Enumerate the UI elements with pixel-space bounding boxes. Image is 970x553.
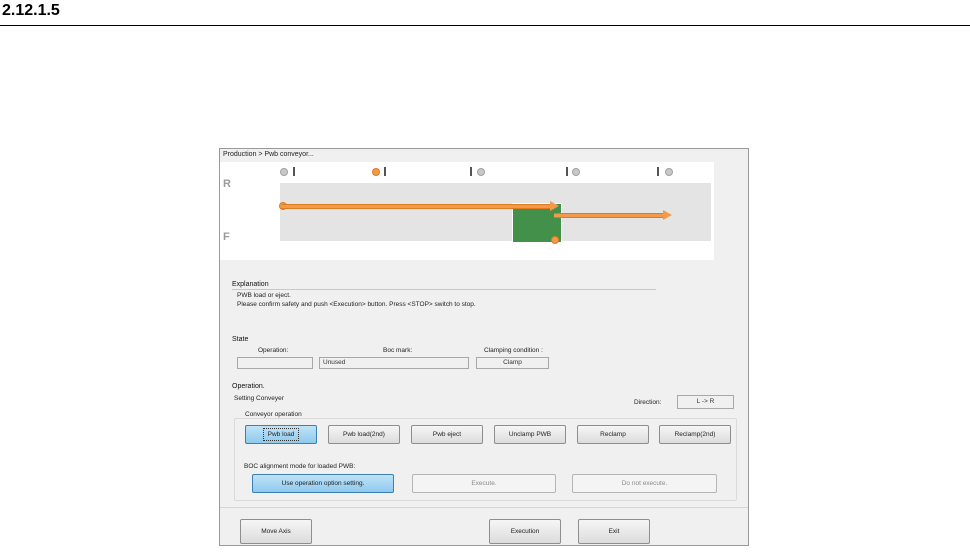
eject-arrow — [554, 213, 663, 218]
exit-button[interactable]: Exit — [578, 519, 650, 544]
eject-arrowhead-icon — [663, 210, 672, 220]
boc-mark-label: Boc mark: — [383, 347, 413, 354]
execution-button[interactable]: Execution — [489, 519, 561, 544]
clamping-condition-label: Clamping condition : — [484, 347, 543, 354]
sensor-marker — [566, 167, 568, 176]
direction-field: L -> R — [677, 395, 734, 409]
use-operation-option-button[interactable]: Use operation option setting. — [252, 474, 394, 493]
rear-row-label: R — [223, 178, 231, 190]
explanation-line-2: Please confirm safety and push <Executio… — [237, 301, 476, 308]
execute-boc-button[interactable]: Execute. — [412, 474, 556, 493]
sensor-icon — [477, 168, 485, 176]
boc-alignment-label: BOC alignment mode for loaded PWB: — [244, 463, 356, 470]
section-number: 2.12.1.5 — [2, 2, 60, 19]
front-row-label: F — [223, 231, 230, 243]
sensor-icon — [665, 168, 673, 176]
operation-state-label: Operation: — [258, 347, 289, 354]
document-section-heading: 2.12.1.5 — [0, 2, 970, 26]
reclamp-button[interactable]: Reclamp — [577, 425, 649, 444]
front-sensor-active-icon — [551, 236, 559, 244]
sensor-icon — [280, 168, 288, 176]
explanation-line-1: PWB load or eject. — [237, 292, 291, 299]
sensor-marker — [293, 167, 295, 176]
direction-label: Direction: — [634, 399, 662, 406]
sensor-active-icon — [372, 168, 380, 176]
reclamp-2nd-button[interactable]: Reclamp(2nd) — [659, 425, 731, 444]
operation-header: Operation. — [232, 383, 265, 390]
conveyor-operation-label: Conveyor operation — [243, 411, 304, 418]
load-arrowhead-icon — [550, 201, 559, 211]
sensor-icon — [572, 168, 580, 176]
pwb-eject-button[interactable]: Pwb eject — [411, 425, 483, 444]
state-header: State — [232, 336, 249, 343]
sensor-marker — [470, 167, 472, 176]
pwb-conveyor-window: Production > Pwb conveyor... R F Explana… — [219, 148, 749, 546]
explanation-header: Explanation — [232, 281, 269, 288]
sensor-marker — [384, 167, 386, 176]
window-title: Production > Pwb conveyor... — [220, 149, 748, 161]
conveyor-lane — [280, 183, 711, 241]
boc-mark-field: Unused — [319, 357, 469, 369]
load-arrow — [282, 204, 550, 209]
divider — [232, 289, 656, 290]
pwb-load-label: Pwb load — [262, 428, 300, 441]
footer-divider — [220, 507, 748, 508]
do-not-execute-boc-button[interactable]: Do not execute. — [572, 474, 717, 493]
sensor-marker — [657, 167, 659, 176]
pwb-load-2nd-button[interactable]: Pwb load(2nd) — [328, 425, 400, 444]
conveyor-view: R F — [220, 162, 714, 260]
pwb-load-button[interactable]: Pwb load — [245, 425, 317, 444]
move-axis-button[interactable]: Move Axis — [240, 519, 312, 544]
setting-conveyer-label: Setting Conveyer — [234, 395, 284, 402]
unclamp-pwb-button[interactable]: Unclamp PWB — [494, 425, 566, 444]
operation-state-field — [237, 357, 313, 369]
clamping-condition-field: Clamp — [476, 357, 549, 369]
